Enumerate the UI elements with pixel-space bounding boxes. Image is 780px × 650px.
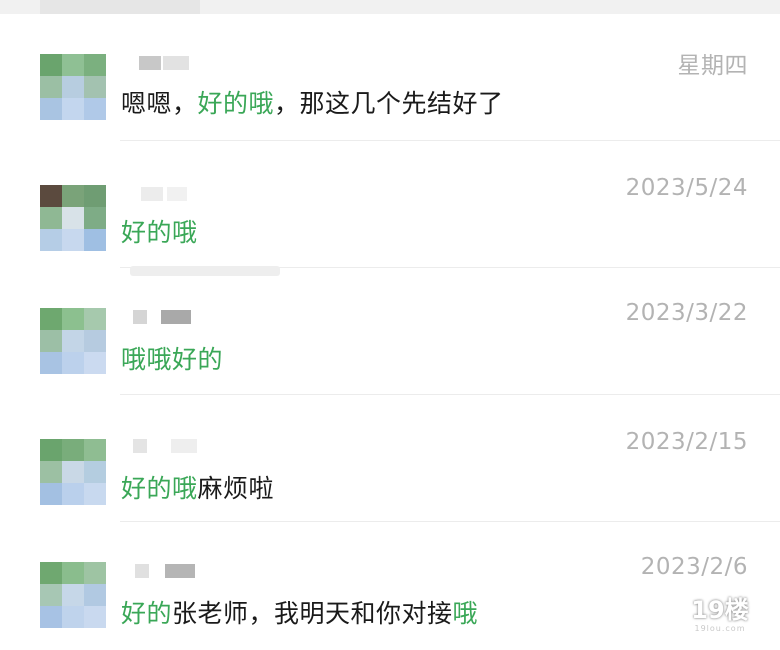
- chat-row[interactable]: 2023/2/15 好的哦麻烦啦: [0, 395, 780, 522]
- chat-date: 2023/3/22: [625, 300, 748, 326]
- contact-name-blurred: [121, 560, 201, 580]
- site-watermark-logo: 19楼 19lou.com: [686, 596, 754, 636]
- chat-message-preview: 好的张老师，我明天和你对接哦: [121, 599, 479, 628]
- chat-row[interactable]: 2023/3/22 哦哦好的: [0, 268, 780, 395]
- avatar[interactable]: [40, 308, 106, 374]
- chat-row[interactable]: 2023/2/6 好的张老师，我明天和你对接哦: [0, 522, 780, 649]
- contact-name-blurred: [121, 435, 201, 455]
- chat-date: 星期四: [677, 53, 748, 79]
- avatar[interactable]: [40, 185, 106, 251]
- chat-message-preview: 嗯嗯，好的哦，那这几个先结好了: [121, 89, 504, 118]
- top-blurred-strip: [0, 0, 780, 14]
- avatar[interactable]: [40, 54, 106, 120]
- watermark-logo-text: 19楼: [691, 596, 749, 624]
- avatar[interactable]: [40, 562, 106, 628]
- contact-name-blurred: [121, 183, 201, 203]
- chat-date: 2023/2/15: [625, 429, 748, 455]
- avatar[interactable]: [40, 439, 106, 505]
- chat-message-preview: 好的哦麻烦啦: [121, 474, 275, 503]
- chat-message-preview: 好的哦: [121, 218, 198, 247]
- chat-date: 2023/2/6: [640, 554, 748, 580]
- contact-name-blurred: [121, 306, 201, 326]
- chat-message-preview: 哦哦好的: [121, 345, 224, 374]
- contact-name-blurred: [121, 52, 201, 72]
- watermark-sub-text: 19lou.com: [694, 624, 746, 633]
- chat-row[interactable]: 2023/5/24 好的哦: [0, 141, 780, 268]
- chat-date: 2023/5/24: [625, 175, 748, 201]
- chat-row[interactable]: 星期四 嗯嗯，好的哦，那这几个先结好了: [0, 14, 780, 141]
